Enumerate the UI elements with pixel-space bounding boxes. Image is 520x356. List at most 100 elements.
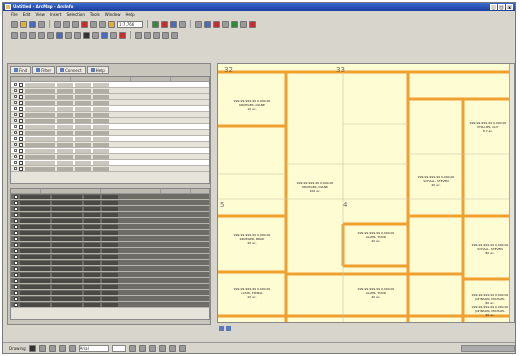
menu-tools[interactable]: Tools	[90, 12, 100, 17]
row-checkbox[interactable]	[14, 290, 18, 295]
maximize-button[interactable]: □	[498, 4, 505, 10]
find-icon[interactable]	[110, 31, 117, 39]
editor-icon[interactable]	[249, 20, 256, 28]
forward-extent-icon[interactable]	[74, 31, 81, 39]
row-checkbox[interactable]	[19, 136, 23, 141]
row-checkbox[interactable]	[14, 260, 18, 265]
tab-find[interactable]: Find	[10, 66, 32, 74]
row-checkbox[interactable]	[14, 248, 18, 253]
row-checkbox[interactable]	[19, 118, 23, 123]
italic-icon[interactable]	[138, 344, 146, 352]
zoom-out-icon[interactable]	[20, 31, 27, 39]
menu-selection[interactable]: Selection	[66, 12, 84, 17]
tab-help[interactable]: Help	[86, 66, 109, 74]
arctoolbox-icon[interactable]	[161, 20, 168, 28]
select-features-icon[interactable]	[83, 31, 90, 39]
fixed-zoom-out-icon[interactable]	[38, 31, 45, 39]
expand-icon[interactable]	[14, 167, 17, 170]
redo-icon[interactable]	[99, 20, 106, 28]
menu-help[interactable]: Help	[126, 12, 135, 17]
map-tips-icon[interactable]	[231, 20, 238, 28]
row-checkbox[interactable]	[14, 284, 18, 289]
zoom-in-icon[interactable]	[11, 31, 18, 39]
undo-icon[interactable]	[90, 20, 97, 28]
editor-toolbar-icon[interactable]	[152, 20, 159, 28]
target-icon[interactable]	[162, 31, 169, 39]
edit-tool-icon[interactable]	[144, 31, 151, 39]
font-select[interactable]: Arial	[78, 344, 109, 352]
open-icon[interactable]	[20, 20, 27, 28]
layout-view-icon[interactable]	[226, 325, 231, 331]
menu-file[interactable]: File	[11, 12, 18, 17]
expand-icon[interactable]	[14, 125, 17, 128]
tab-connect[interactable]: Connect	[56, 66, 86, 74]
select-element-icon[interactable]	[28, 344, 36, 352]
expand-icon[interactable]	[14, 137, 17, 140]
row-checkbox[interactable]	[19, 166, 23, 171]
scale-input[interactable]: 1:7,766	[117, 20, 143, 28]
zoom-whole-icon[interactable]	[48, 344, 56, 352]
close-button[interactable]: x	[506, 4, 513, 10]
cut-icon[interactable]	[54, 20, 61, 28]
delete-icon[interactable]	[81, 20, 88, 28]
expand-icon[interactable]	[14, 113, 17, 116]
catalog-icon[interactable]	[170, 20, 177, 28]
paste-icon[interactable]	[72, 20, 79, 28]
row-checkbox[interactable]	[14, 272, 18, 277]
row-checkbox[interactable]	[19, 94, 23, 99]
expand-icon[interactable]	[14, 101, 17, 104]
table-row[interactable]	[11, 302, 209, 308]
rectangle-icon[interactable]	[58, 344, 66, 352]
expand-icon[interactable]	[14, 149, 17, 152]
row-checkbox[interactable]	[14, 254, 18, 259]
row-checkbox[interactable]	[19, 106, 23, 111]
row-checkbox[interactable]	[19, 112, 23, 117]
menu-insert[interactable]: Insert	[50, 12, 61, 17]
row-checkbox[interactable]	[14, 212, 18, 217]
menu-window[interactable]: Window	[105, 12, 121, 17]
row-checkbox[interactable]	[19, 88, 23, 93]
row-checkbox[interactable]	[19, 124, 23, 129]
table-row[interactable]	[11, 166, 209, 172]
select-elements-icon[interactable]	[92, 31, 99, 39]
text-tool-icon[interactable]	[68, 344, 76, 352]
expand-icon[interactable]	[14, 131, 17, 134]
layer-icon[interactable]	[195, 20, 202, 28]
expand-icon[interactable]	[14, 119, 17, 122]
task-icon[interactable]	[153, 31, 160, 39]
row-checkbox[interactable]	[14, 302, 18, 307]
editor-sketch-icon[interactable]	[135, 31, 142, 39]
row-checkbox[interactable]	[14, 206, 18, 211]
html-popup-icon[interactable]	[240, 20, 247, 28]
expand-icon[interactable]	[14, 95, 17, 98]
add-data-icon[interactable]	[108, 20, 115, 28]
expand-icon[interactable]	[14, 89, 17, 92]
copy-icon[interactable]	[63, 20, 70, 28]
row-checkbox[interactable]	[14, 194, 18, 199]
row-checkbox[interactable]	[14, 224, 18, 229]
expand-icon[interactable]	[14, 83, 17, 86]
attributes-icon[interactable]	[171, 31, 178, 39]
row-checkbox[interactable]	[14, 218, 18, 223]
row-checkbox[interactable]	[14, 200, 18, 205]
row-checkbox[interactable]	[19, 154, 23, 159]
drawing-menu[interactable]: Drawing	[9, 346, 26, 351]
data-view-icon[interactable]	[219, 325, 224, 331]
map-view[interactable]: 32 33 5 4 999-99-999-99 0,000.00 KRUEGER,…	[217, 63, 515, 323]
menu-edit[interactable]: Edit	[23, 12, 31, 17]
identify-tool-icon[interactable]	[101, 31, 108, 39]
full-extent-icon[interactable]	[56, 31, 63, 39]
back-extent-icon[interactable]	[65, 31, 72, 39]
fixed-zoom-in-icon[interactable]	[29, 31, 36, 39]
print-icon[interactable]	[38, 20, 45, 28]
save-icon[interactable]	[29, 20, 36, 28]
row-checkbox[interactable]	[14, 278, 18, 283]
menu-view[interactable]: View	[35, 12, 45, 17]
expand-icon[interactable]	[14, 143, 17, 146]
row-checkbox[interactable]	[14, 236, 18, 241]
rotate-icon[interactable]	[38, 344, 46, 352]
expand-icon[interactable]	[14, 155, 17, 158]
expand-icon[interactable]	[14, 107, 17, 110]
line-color-icon[interactable]	[178, 344, 186, 352]
parcel-map[interactable]: 32 33 5 4 999-99-999-99 0,000.00KRUEGER,…	[218, 64, 515, 323]
